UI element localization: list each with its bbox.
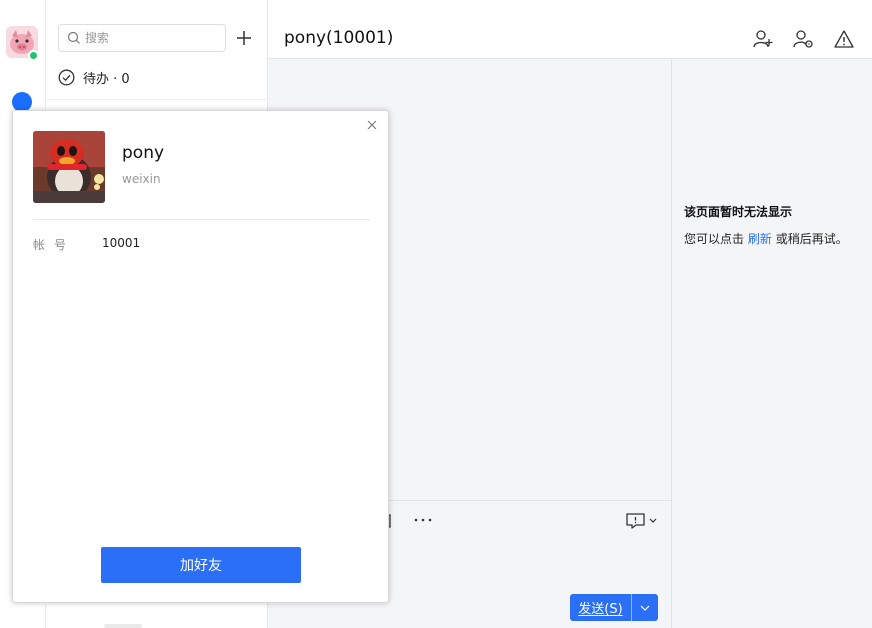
add-member-icon [753, 30, 773, 48]
send-button[interactable]: 发送(S) [570, 594, 658, 621]
divider [33, 219, 370, 220]
add-friend-button[interactable]: 加好友 [101, 547, 301, 583]
search-icon [67, 31, 80, 44]
account-value: 10001 [102, 236, 141, 250]
chat-header: pony(10001) [268, 0, 872, 59]
side-panel: 该页面暂时无法显示 您可以点击 刷新 或稍后再试。 [672, 59, 872, 628]
profile-avatar[interactable] [33, 131, 105, 203]
report-button[interactable] [833, 28, 855, 50]
more-button[interactable] [412, 513, 434, 527]
warning-icon [834, 30, 854, 48]
todo-label: 待办 · 0 [83, 72, 130, 87]
side-panel-title: 该页面暂时无法显示 [684, 205, 793, 219]
app-window: 待办 · 0 pony(10001) [0, 0, 872, 628]
profile-subtitle: weixin [122, 172, 161, 186]
chevron-down-icon [640, 605, 650, 611]
plus-icon [237, 31, 251, 45]
user-settings-button[interactable] [792, 28, 814, 50]
todo-item[interactable]: 待办 · 0 [58, 68, 130, 87]
chat-title: pony(10001) [284, 28, 394, 48]
penguin-avatar-icon [33, 131, 105, 203]
message-history-button[interactable] [624, 511, 660, 531]
user-settings-icon [793, 30, 813, 48]
refresh-link[interactable]: 刷新 [748, 232, 772, 246]
divider [46, 99, 268, 100]
close-popup-button[interactable] [364, 117, 380, 133]
profile-card-popup: pony weixin 帐号 10001 加好友 [12, 110, 389, 603]
list-item-peek [104, 624, 142, 628]
check-circle-icon [58, 69, 75, 86]
online-status-dot [28, 50, 39, 61]
send-main[interactable]: 发送(S) [570, 594, 632, 621]
chat-bubble-icon [626, 513, 657, 529]
side-message-suffix: 或稍后再试。 [775, 232, 848, 246]
search-box[interactable] [58, 24, 226, 52]
add-button[interactable] [232, 26, 256, 50]
close-icon [367, 120, 377, 130]
account-label: 帐号 [33, 238, 76, 252]
send-options-dropdown[interactable] [632, 594, 658, 621]
add-member-button[interactable] [752, 28, 774, 50]
side-panel-message: 您可以点击 刷新 或稍后再试。 [684, 230, 848, 247]
messages-nav-icon[interactable] [12, 92, 32, 112]
send-label: 发送(S) [578, 602, 623, 617]
more-dots-icon [414, 518, 432, 522]
profile-name: pony [122, 143, 165, 163]
search-input[interactable] [85, 31, 215, 45]
side-message-prefix: 您可以点击 [684, 232, 745, 246]
